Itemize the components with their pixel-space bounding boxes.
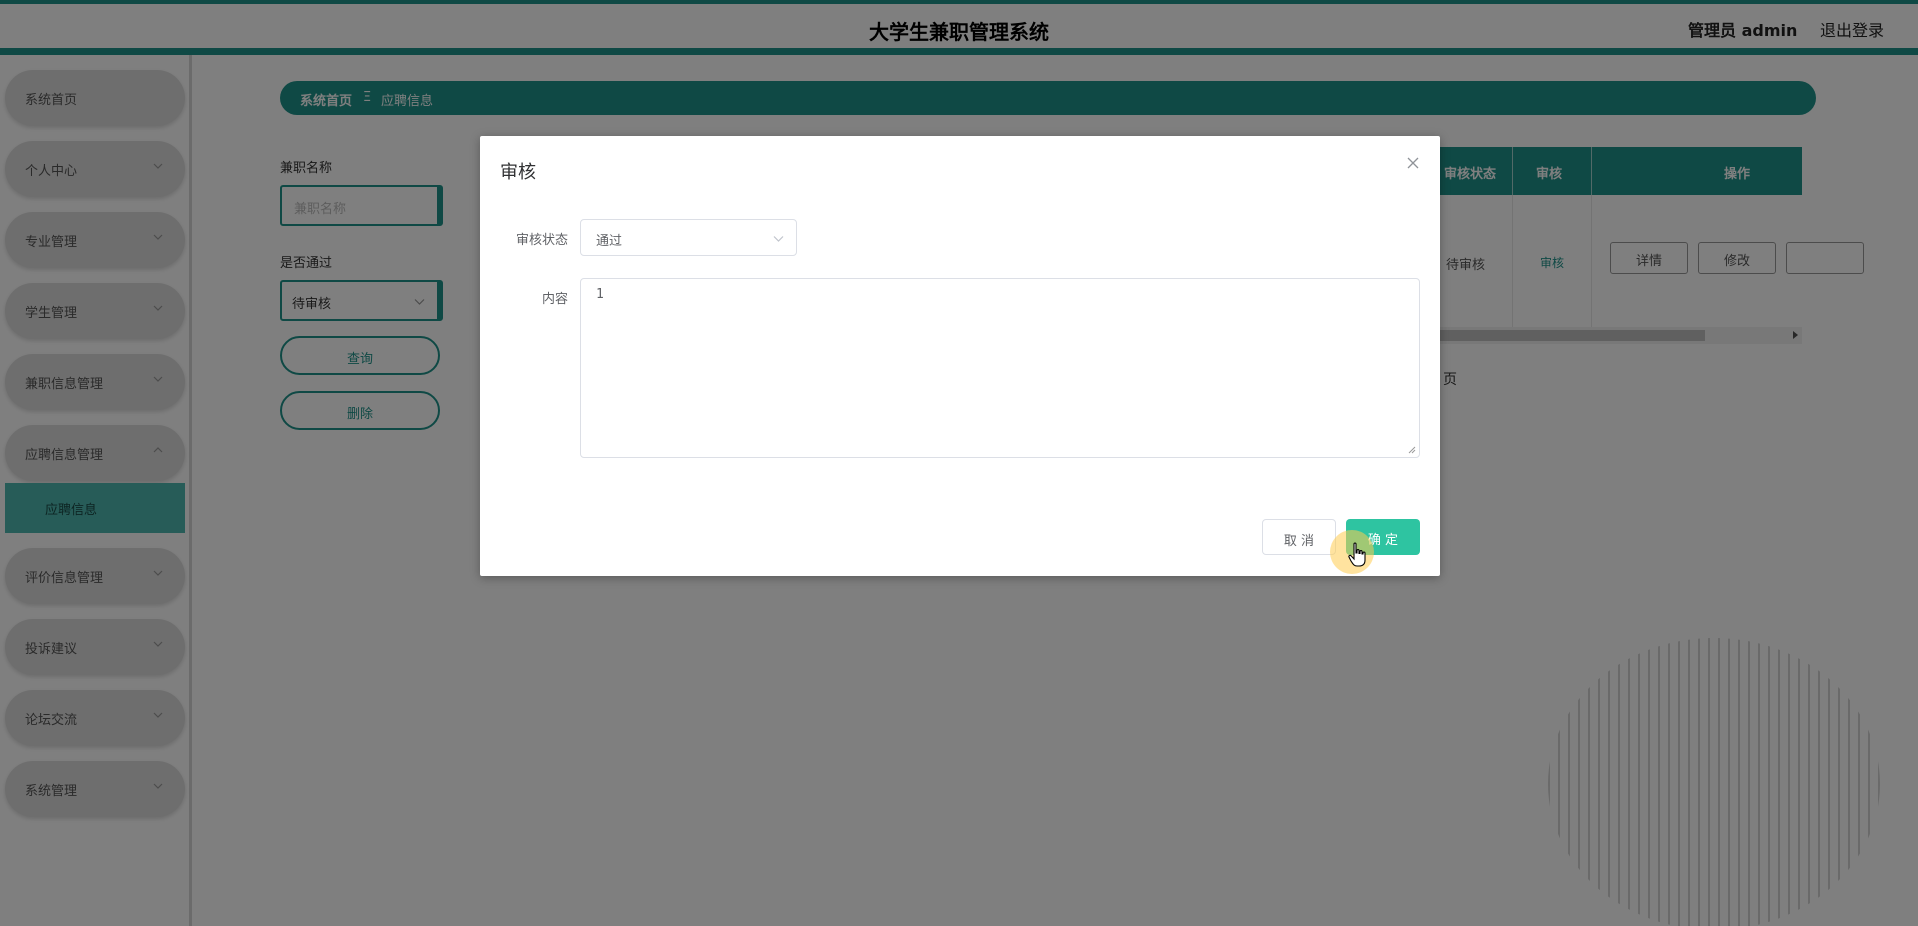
cancel-button-label: 取 消 (1283, 534, 1315, 549)
content-value: 1 (596, 287, 604, 302)
cancel-button[interactable]: 取 消 (1262, 519, 1336, 555)
content-label: 内容 (541, 292, 568, 307)
review-status-label: 审核状态 (515, 233, 568, 248)
chevron-down-icon (773, 233, 784, 244)
dialog-title: 审核 (500, 162, 536, 183)
resize-grip-icon[interactable] (1408, 446, 1416, 454)
review-status-select[interactable]: 通过 (580, 219, 797, 256)
content-textarea[interactable]: 1 (580, 278, 1420, 458)
review-status-value: 通过 (596, 234, 623, 249)
close-icon[interactable] (1406, 156, 1420, 170)
review-dialog: 审核 审核状态 通过 内容 1 取 消 确 定 (480, 136, 1440, 576)
hand-cursor-icon (1348, 542, 1368, 568)
